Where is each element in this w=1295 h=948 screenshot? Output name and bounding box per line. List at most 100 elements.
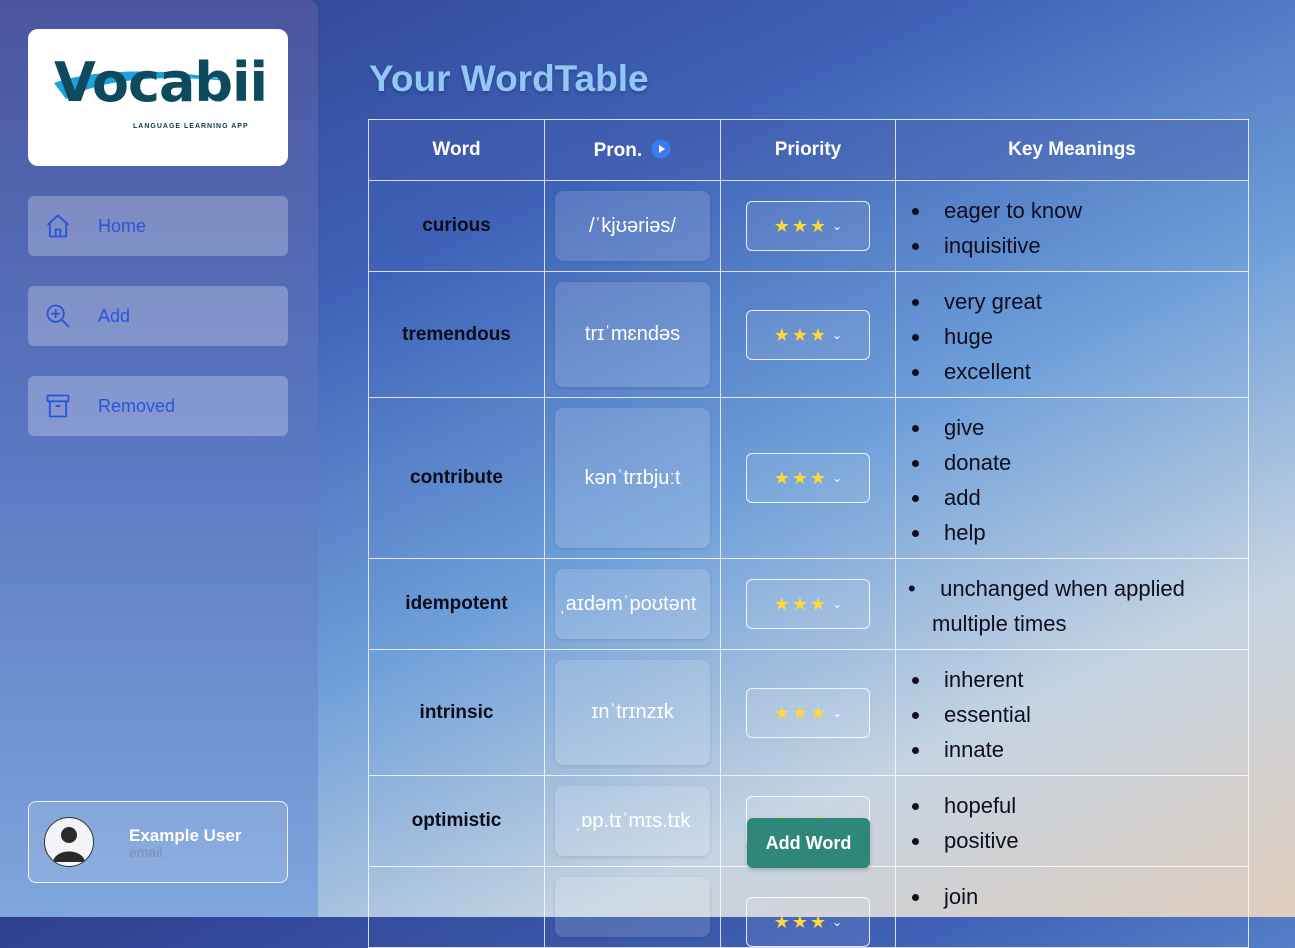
sidebar-item-add[interactable]: Add <box>28 286 288 346</box>
meaning-item: innate <box>932 732 1248 767</box>
star-icon: ★ <box>791 594 809 614</box>
user-name: Example User <box>129 826 242 845</box>
pronunciation-button[interactable]: /ˈkjʊəriəs/ <box>555 191 710 261</box>
logo-card[interactable]: Vocabii LANGUAGE LEARNING APP <box>28 29 288 166</box>
meaning-item: huge <box>932 319 1248 354</box>
sidebar: Vocabii LANGUAGE LEARNING APP Home Add R… <box>0 0 318 917</box>
meaning-item: very great <box>932 284 1248 319</box>
table-row: intrinsicɪnˈtrɪnzɪk★★★⌄inherentessential… <box>368 649 1249 776</box>
star-icon: ★ <box>773 324 790 345</box>
sidebar-item-label: Home <box>98 215 147 236</box>
chevron-down-icon: ⌄ <box>832 219 843 233</box>
star-icon: ★ <box>773 216 790 236</box>
meaning-item: give <box>932 410 1248 445</box>
meaning-item: inherent <box>932 662 1248 697</box>
priority-select[interactable]: ★★★⌄ <box>746 687 870 738</box>
star-icon: ★ <box>791 324 809 345</box>
priority-select[interactable]: ★★★⌄ <box>746 897 870 947</box>
table-row: curious/ˈkjʊəriəs/★★★⌄eager to knowinqui… <box>368 180 1249 272</box>
star-icon: ★ <box>791 912 809 932</box>
chevron-down-icon: ⌄ <box>832 471 843 485</box>
pronunciation-button[interactable]: ˌaɪdəmˈpoʊtənt <box>555 569 710 639</box>
add-word-button[interactable]: Add Word <box>747 818 870 868</box>
pronunciation-button[interactable] <box>555 877 710 937</box>
star-icon: ★ <box>810 594 827 614</box>
priority-cell: ★★★⌄ <box>720 866 896 948</box>
star-icon: ★ <box>773 594 790 614</box>
sidebar-item-label: Add <box>98 305 131 326</box>
star-icon: ★ <box>773 468 790 488</box>
meaning-item: essential <box>932 697 1248 732</box>
word-cell: optimistic <box>368 775 545 867</box>
priority-cell: ★★★⌄ <box>720 397 896 559</box>
pron-cell: kənˈtrɪbjuːt <box>544 397 721 559</box>
pron-cell: /ˈkjʊəriəs/ <box>544 180 721 272</box>
star-icon: ★ <box>810 702 827 723</box>
star-icon: ★ <box>791 702 809 723</box>
meanings-list: hopefulpositive <box>896 788 1248 858</box>
meaning-item: positive <box>932 823 1248 858</box>
meaning-item: add <box>932 480 1248 515</box>
meanings-cell: join <box>895 866 1249 948</box>
pronunciation-button[interactable]: ˌɒp.tɪˈmɪs.tɪk <box>555 786 710 856</box>
header-pron: Pron. <box>544 119 721 181</box>
sidebar-item-removed[interactable]: Removed <box>28 376 288 436</box>
meaning-item: help <box>932 515 1248 550</box>
header-priority: Priority <box>720 119 896 181</box>
meanings-cell: • unchanged when applied multiple times <box>895 558 1249 650</box>
word-cell: curious <box>368 180 545 272</box>
chevron-down-icon: ⌄ <box>832 915 843 929</box>
pronunciation-button[interactable]: ɪnˈtrɪnzɪk <box>555 660 710 765</box>
priority-select[interactable]: ★★★⌄ <box>746 309 870 360</box>
meaning-item: hopeful <box>932 788 1248 823</box>
word-cell: tremendous <box>368 271 545 398</box>
meanings-cell: givedonateaddhelp <box>895 397 1249 559</box>
header-word: Word <box>368 119 545 181</box>
chevron-down-icon: ⌄ <box>832 705 843 720</box>
user-card[interactable]: Example User email <box>28 801 288 883</box>
star-icon: ★ <box>810 468 827 488</box>
pronunciation-button[interactable]: trɪˈmɛndəs <box>555 282 710 387</box>
sidebar-item-home[interactable]: Home <box>28 196 288 256</box>
meanings-list: givedonateaddhelp <box>896 410 1248 550</box>
zoom-plus-icon <box>44 302 72 330</box>
meaning-item: unchanged when applied multiple times <box>932 576 1185 636</box>
meaning-item: join <box>932 879 1248 914</box>
priority-select[interactable]: ★★★⌄ <box>746 201 870 251</box>
star-icon: ★ <box>773 912 790 932</box>
star-icon: ★ <box>791 468 809 488</box>
table-row: contributekənˈtrɪbjuːt★★★⌄givedonateaddh… <box>368 397 1249 559</box>
word-cell <box>368 866 545 948</box>
meanings-list: join <box>896 879 1248 914</box>
meanings-cell: hopefulpositive <box>895 775 1249 867</box>
chevron-down-icon: ⌄ <box>832 327 843 342</box>
word-cell: idempotent <box>368 558 545 650</box>
priority-cell: ★★★⌄ <box>720 558 896 650</box>
table-row: ★★★⌄join <box>368 866 1249 948</box>
meanings-cell: very greathugeexcellent <box>895 271 1249 398</box>
play-circle-icon[interactable] <box>651 139 671 159</box>
priority-select[interactable]: ★★★⌄ <box>746 453 870 503</box>
pron-cell: ˌaɪdəmˈpoʊtənt <box>544 558 721 650</box>
priority-cell: ★★★⌄ <box>720 649 896 776</box>
user-avatar-icon <box>44 817 94 867</box>
pronunciation-button[interactable]: kənˈtrɪbjuːt <box>555 408 710 548</box>
star-icon: ★ <box>773 702 790 723</box>
table-row: idempotent ˌaɪdəmˈpoʊtənt ★ ★ ★ ⌄ • unchanged … <box>368 558 1249 650</box>
star-icon: ★ <box>791 216 809 236</box>
meaning-item: inquisitive <box>932 228 1248 263</box>
priority-select[interactable]: ★★★⌄ <box>746 579 870 629</box>
meaning-item: excellent <box>932 354 1248 389</box>
meanings-list: inherentessentialinnate <box>896 662 1248 767</box>
bullet: • <box>908 576 941 601</box>
meanings-list: very greathugeexcellent <box>896 284 1248 389</box>
meanings-cell: inherentessentialinnate <box>895 649 1249 776</box>
pron-cell: ˌɒp.tɪˈmɪs.tɪk <box>544 775 721 867</box>
star-icon: ★ <box>810 324 827 345</box>
chevron-down-icon: ⌄ <box>832 597 843 611</box>
archive-icon <box>44 392 72 420</box>
home-icon <box>44 212 72 240</box>
meanings-list: eager to knowinquisitive <box>896 193 1248 263</box>
star-icon: ★ <box>810 912 827 932</box>
word-cell: contribute <box>368 397 545 559</box>
